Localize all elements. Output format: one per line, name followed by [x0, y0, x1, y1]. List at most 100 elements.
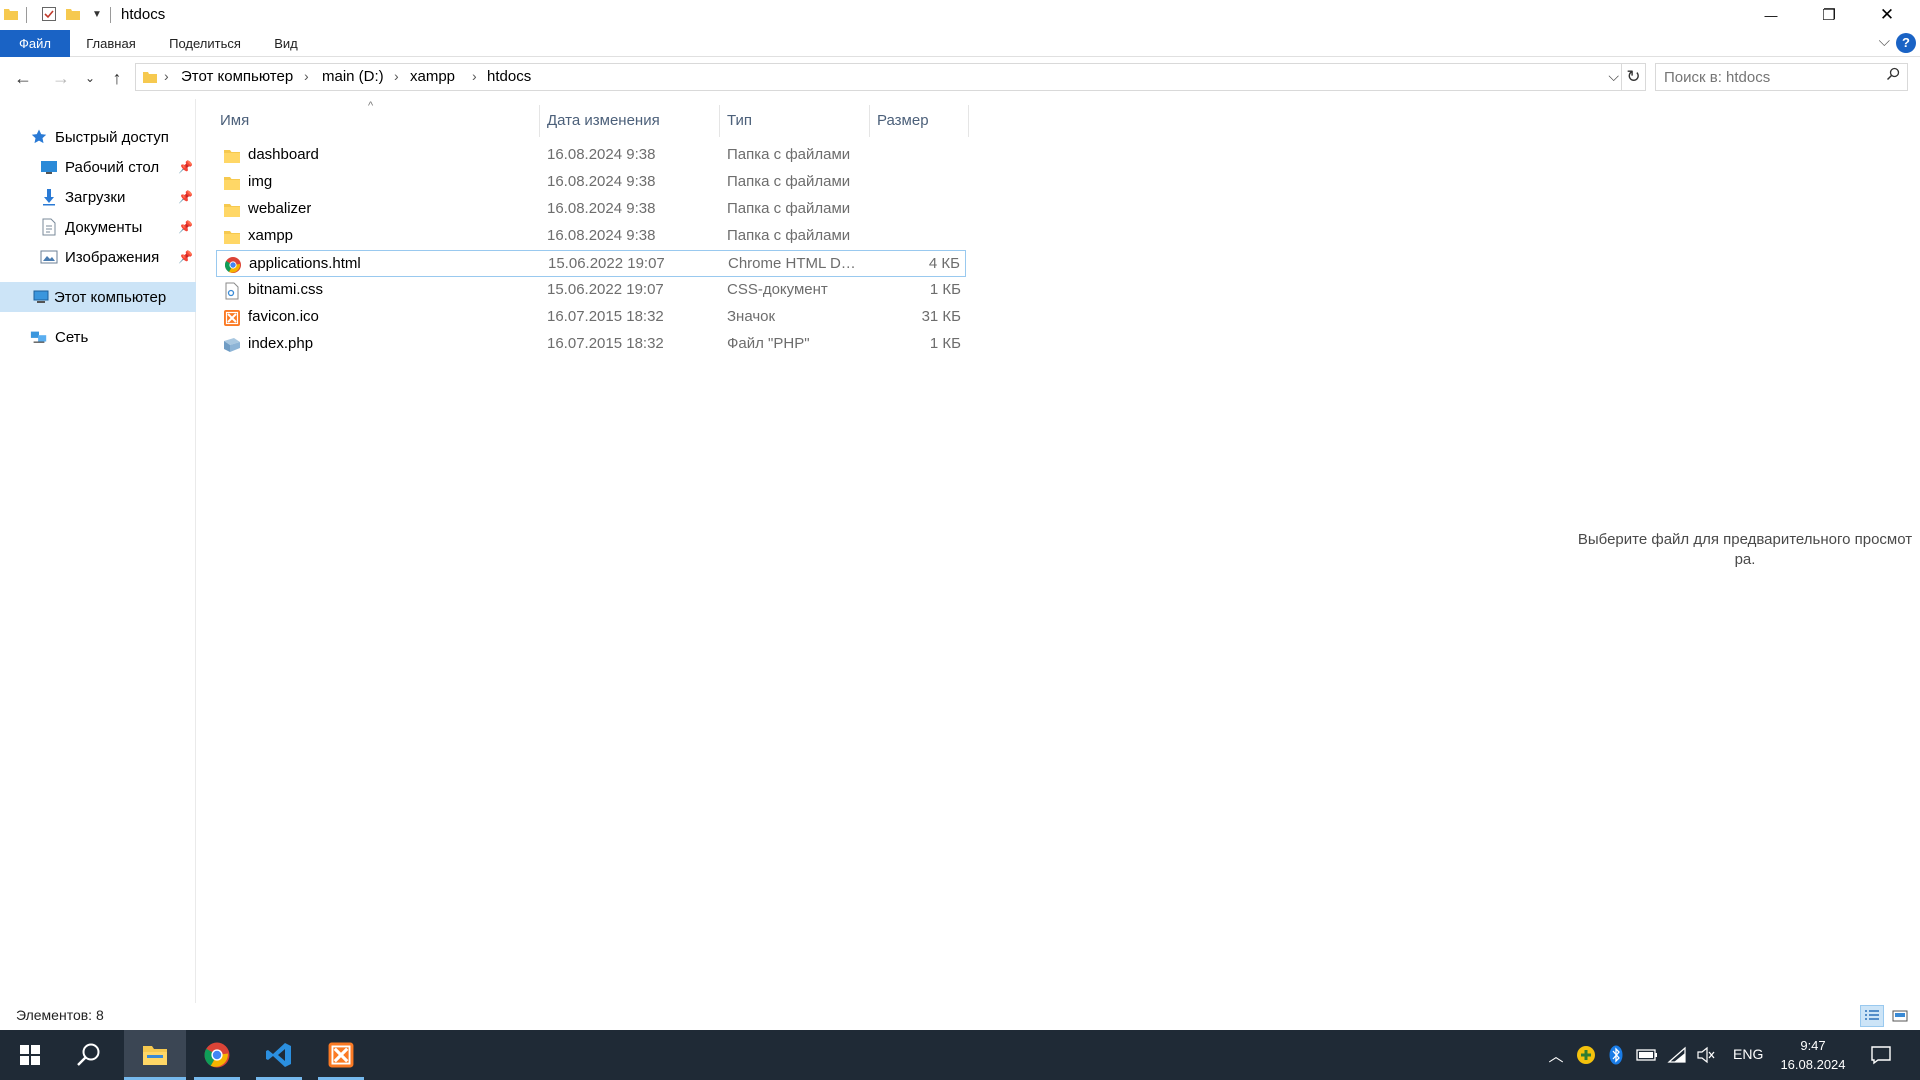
php-file-icon	[222, 335, 241, 354]
column-header-size[interactable]: Размер	[873, 105, 965, 137]
tray-app-icon[interactable]	[1575, 1044, 1597, 1066]
back-button[interactable]: ←	[10, 67, 36, 89]
taskbar-file-explorer[interactable]	[124, 1030, 186, 1080]
column-divider[interactable]	[869, 105, 870, 137]
pin-icon[interactable]: 📌	[178, 190, 193, 204]
file-size: 31 КБ	[921, 308, 961, 325]
pin-icon[interactable]: 📌	[178, 160, 193, 174]
taskbar-xampp[interactable]	[310, 1030, 372, 1080]
breadcrumb-xampp[interactable]: xampp	[410, 68, 455, 85]
back-arrow-icon: ←	[14, 67, 32, 88]
bluetooth-icon[interactable]	[1606, 1044, 1626, 1066]
file-row-dashboard[interactable]: dashboard 16.08.2024 9:38 Папка с файлам…	[216, 142, 966, 169]
breadcrumb-separator-icon[interactable]: ›	[394, 68, 399, 84]
taskbar-clock[interactable]: 9:47 16.08.2024	[1770, 1036, 1856, 1074]
file-date: 16.08.2024 9:38	[547, 200, 656, 217]
file-row-applications-html[interactable]: applications.html 15.06.2022 19:07 Chrom…	[216, 250, 966, 277]
search-input[interactable]	[1664, 67, 1874, 87]
chrome-taskbar-icon	[204, 1042, 230, 1068]
breadcrumb-separator-icon[interactable]: ›	[304, 68, 309, 84]
taskbar-search-icon	[77, 1043, 100, 1066]
up-button[interactable]: ↑	[104, 67, 130, 89]
maximize-button[interactable]: ❐	[1800, 0, 1858, 30]
address-bar[interactable]: › Этот компьютер › main (D:) › xampp › h…	[135, 63, 1622, 91]
windows-logo-icon	[20, 1045, 40, 1065]
input-language-indicator[interactable]: ENG	[1733, 1046, 1763, 1062]
preview-line: ра.	[1734, 551, 1756, 568]
tab-view[interactable]: Вид	[268, 30, 304, 57]
pin-icon[interactable]: 📌	[178, 250, 193, 264]
file-date: 15.06.2022 19:07	[547, 281, 664, 298]
breadcrumb-separator-icon[interactable]: ›	[472, 68, 477, 84]
vscode-icon	[266, 1043, 291, 1067]
sidebar-item-downloads[interactable]: Загрузки 📌	[0, 182, 196, 212]
volume-muted-icon[interactable]	[1694, 1044, 1718, 1066]
action-center-button[interactable]	[1866, 1044, 1896, 1066]
file-row-favicon-ico[interactable]: favicon.ico 16.07.2015 18:32 Значок 31 К…	[216, 304, 966, 331]
battery-icon[interactable]	[1635, 1044, 1659, 1066]
sidebar-item-documents[interactable]: Документы 📌	[0, 212, 196, 242]
ribbon-tabs: Файл Главная Поделиться Вид ⌵ ?	[0, 30, 1920, 57]
expand-ribbon-chevron-icon[interactable]: ⌵	[1879, 33, 1890, 50]
sidebar-item-pictures[interactable]: Изображения 📌	[0, 242, 196, 272]
column-divider[interactable]	[719, 105, 720, 137]
up-arrow-icon: ↑	[112, 67, 122, 88]
file-row-webalizer[interactable]: webalizer 16.08.2024 9:38 Папка с файлам…	[216, 196, 966, 223]
search-box[interactable]	[1655, 63, 1908, 91]
start-button[interactable]	[0, 1030, 60, 1080]
details-view-button[interactable]	[1860, 1005, 1884, 1027]
file-date: 16.07.2015 18:32	[547, 308, 664, 325]
file-row-img[interactable]: img 16.08.2024 9:38 Папка с файлами	[216, 169, 966, 196]
window-folder-icon	[2, 5, 20, 23]
large-icons-view-button[interactable]	[1888, 1005, 1912, 1027]
breadcrumb-htdocs[interactable]: htdocs	[487, 68, 531, 85]
title-bar: ▼ htdocs — ❐ ✕	[0, 0, 1920, 30]
file-name: applications.html	[249, 255, 361, 272]
sidebar-label: Загрузки	[65, 188, 126, 206]
new-folder-icon[interactable]	[64, 5, 82, 23]
file-name: favicon.ico	[248, 308, 319, 325]
recent-locations-button[interactable]: ⌄	[82, 67, 98, 89]
sidebar-item-desktop[interactable]: Рабочий стол 📌	[0, 152, 196, 182]
minimize-button[interactable]: —	[1742, 0, 1800, 30]
refresh-button[interactable]: ↻	[1622, 63, 1646, 91]
sidebar-item-network[interactable]: Сеть	[0, 322, 196, 352]
column-header-name[interactable]: Имя	[216, 105, 539, 137]
file-name: bitnami.css	[248, 281, 324, 298]
tab-home[interactable]: Главная	[78, 30, 144, 57]
breadcrumb-separator-icon[interactable]: ›	[164, 68, 169, 84]
file-row-bitnami-css[interactable]: bitnami.css 15.06.2022 19:07 CSS-докумен…	[216, 277, 966, 304]
column-divider[interactable]	[968, 105, 969, 137]
help-icon[interactable]: ?	[1896, 33, 1916, 53]
column-header-date[interactable]: Дата изменения	[543, 105, 719, 137]
title-separator-2	[110, 7, 111, 23]
breadcrumb-this-pc[interactable]: Этот компьютер	[181, 68, 293, 85]
sidebar-item-this-pc[interactable]: Этот компьютер	[0, 282, 196, 312]
properties-icon[interactable]	[40, 5, 58, 23]
sidebar-item-quick-access[interactable]: Быстрый доступ	[0, 122, 196, 152]
customize-toolbar-dropdown-icon[interactable]: ▼	[88, 5, 106, 23]
file-explorer-window: ▼ htdocs — ❐ ✕ Файл Главная Поделиться В…	[0, 0, 1920, 1080]
search-button[interactable]	[60, 1030, 118, 1080]
column-divider[interactable]	[539, 105, 540, 137]
tab-file[interactable]: Файл	[0, 30, 70, 57]
tab-share[interactable]: Поделиться	[162, 30, 248, 57]
close-button[interactable]: ✕	[1858, 0, 1916, 30]
search-icon[interactable]	[1886, 67, 1900, 85]
sidebar-label: Рабочий стол	[65, 158, 160, 176]
file-date: 16.08.2024 9:38	[547, 173, 656, 190]
forward-button[interactable]: →	[48, 67, 74, 89]
show-hidden-icons-chevron-icon[interactable]: ︿	[1545, 1044, 1567, 1066]
sidebar-label: Сеть	[55, 328, 89, 346]
address-history-chevron-icon[interactable]: ⌵	[1608, 68, 1619, 85]
taskbar-vscode[interactable]	[248, 1030, 310, 1080]
taskbar-chrome[interactable]	[186, 1030, 248, 1080]
file-row-index-php[interactable]: index.php 16.07.2015 18:32 Файл "PHP" 1 …	[216, 331, 966, 358]
wifi-icon[interactable]	[1665, 1044, 1689, 1066]
column-header-type[interactable]: Тип	[723, 105, 863, 137]
pin-icon[interactable]: 📌	[178, 220, 193, 234]
file-row-xampp[interactable]: xampp 16.08.2024 9:38 Папка с файлами	[216, 223, 966, 250]
breadcrumb-main-d[interactable]: main (D:)	[322, 68, 384, 85]
star-icon	[30, 128, 48, 146]
xampp-icon	[222, 308, 241, 327]
